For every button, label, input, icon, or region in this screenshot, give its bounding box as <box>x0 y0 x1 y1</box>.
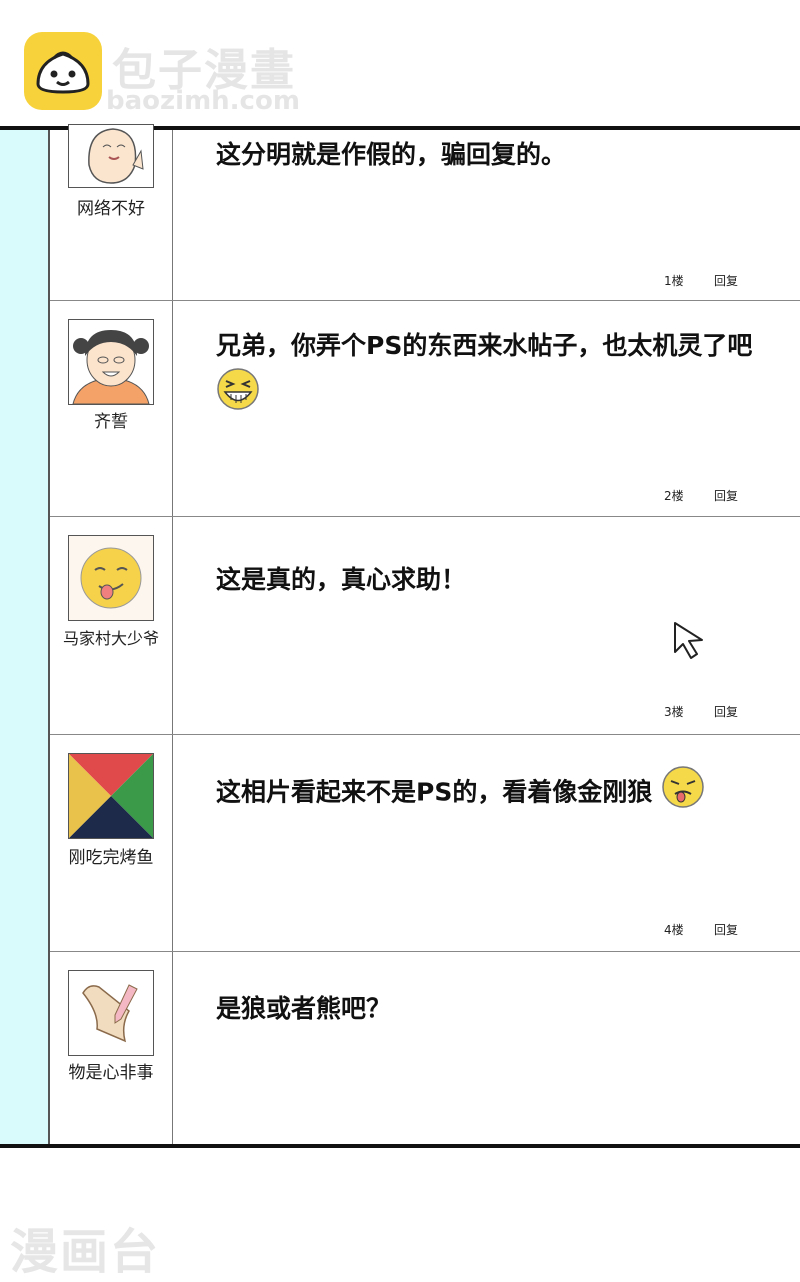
avatar-paper-pencil <box>68 970 154 1056</box>
post-text: 这相片看起来不是PS的，看着像金刚狼 <box>216 777 653 807</box>
username[interactable]: 齐誓 <box>50 407 172 432</box>
avatar-girl <box>68 319 154 405</box>
post-content: 这相片看起来不是PS的，看着像金刚狼 <box>216 765 796 822</box>
post-text: 兄弟，你弄个PS的东西来水帖子，也太机灵了吧 <box>216 331 753 360</box>
brand-logo <box>24 32 102 110</box>
post-text: 是狼或者熊吧？ <box>216 994 392 1023</box>
username[interactable]: 物是心非事 <box>50 1058 172 1083</box>
brand-url: baozimh.com <box>106 86 300 116</box>
post-text: 这是真的，真心求助！ <box>216 565 467 594</box>
reply-link[interactable]: 回复 <box>714 487 738 504</box>
avatar-color-tangram <box>68 753 154 839</box>
username[interactable]: 刚吃完烤鱼 <box>50 843 172 868</box>
mouse-cursor-icon <box>672 620 708 664</box>
post-5: 物是心非事 是狼或者熊吧？ <box>50 952 800 1144</box>
reply-link[interactable]: 回复 <box>714 272 738 289</box>
floor-number: 4楼 <box>664 923 684 937</box>
floor-number: 1楼 <box>664 274 684 288</box>
avatar-bald-baby <box>68 124 154 188</box>
reply-link[interactable]: 回复 <box>714 921 738 938</box>
username[interactable]: 马家村大少爷 <box>50 625 172 649</box>
post-text: 这分明就是作假的，骗回复的。 <box>216 140 567 169</box>
floor-number: 2楼 <box>664 489 684 503</box>
smirk-emoji-icon <box>661 765 705 822</box>
left-sidebar-bar <box>0 130 50 1144</box>
post-1: 网络不好 这分明就是作假的，骗回复的。 1楼 回复 <box>50 124 800 300</box>
grin-emoji-icon <box>216 367 260 424</box>
bun-icon <box>36 51 90 94</box>
floor-number: 3楼 <box>664 705 684 719</box>
avatar-tongue-smiley <box>68 535 154 621</box>
reply-link[interactable]: 回复 <box>714 703 738 720</box>
watermark: 漫画台 <box>10 1224 161 1280</box>
post-content: 兄弟，你弄个PS的东西来水帖子，也太机灵了吧 <box>216 325 776 424</box>
username[interactable]: 网络不好 <box>50 194 172 219</box>
post-2: 齐誓 兄弟，你弄个PS的东西来水帖子，也太机灵了吧 2楼 回复 <box>50 301 800 516</box>
post-4: 刚吃完烤鱼 这相片看起来不是PS的，看着像金刚狼 4楼 回复 <box>50 735 800 951</box>
